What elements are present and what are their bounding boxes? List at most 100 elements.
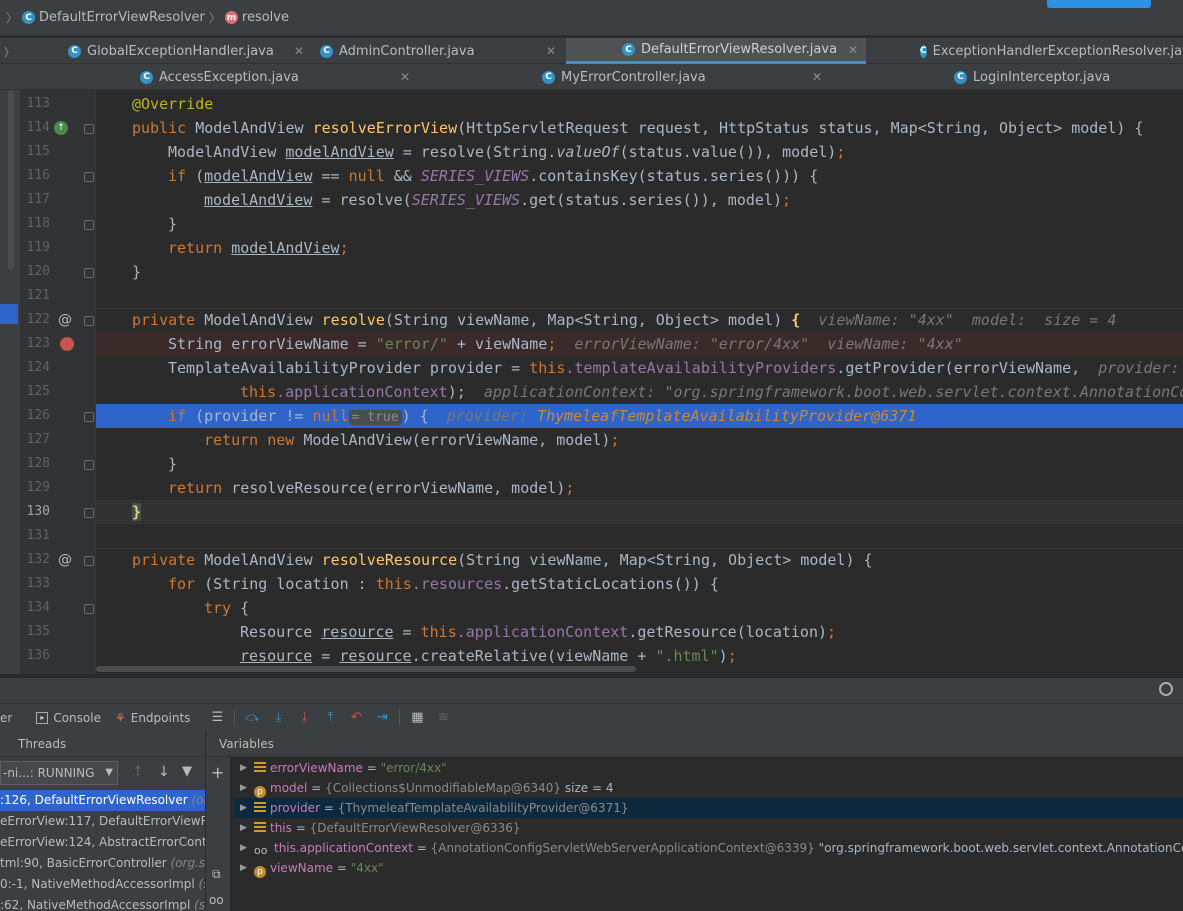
tab-admin-controller[interactable]: C AdminController.java ✕ [314,38,564,64]
stack-frame[interactable]: 0:-1, NativeMethodAccessorImpl (su [0,874,205,895]
fold-marker-icon[interactable] [84,412,94,422]
drop-frame-icon[interactable]: ↶ [347,709,365,727]
expand-icon[interactable]: ▶ [240,838,247,858]
menu-icon[interactable]: ☰ [208,709,226,727]
close-icon[interactable]: ✕ [294,44,304,58]
endpoints-icon: ⚘ [114,710,126,725]
fold-marker-icon[interactable] [84,316,94,326]
horizontal-scrollbar[interactable] [96,666,636,672]
code-editor[interactable]: @Override public ModelAndView resolveErr… [96,90,1183,674]
close-icon[interactable]: ✕ [848,43,858,57]
breakpoint-icon[interactable] [60,337,74,351]
down-arrow-icon[interactable]: ↓ [158,764,170,780]
expand-icon[interactable]: ▶ [240,778,247,798]
code-line-132: private ModelAndView resolveResource(Str… [132,551,873,569]
left-scrollbar[interactable] [8,90,14,270]
class-icon: C [140,70,153,84]
fold-marker-icon[interactable] [84,604,94,614]
variable-value: "4xx" [350,861,384,875]
close-icon[interactable]: ✕ [400,70,410,84]
tab-login-interceptor[interactable]: C LoginInterceptor.java [832,64,1183,90]
threads-title: Threads [0,731,205,757]
close-icon[interactable]: ✕ [812,70,822,84]
variable-extra: size = 4 [561,781,614,795]
fold-marker-icon[interactable] [84,508,94,518]
tab-exception-handler-exception-resolver[interactable]: C ExceptionHandlerExceptionResolver.java [868,38,1183,64]
code-line-135: Resource resource = this.applicationCont… [240,623,837,641]
line-number: 119 [26,240,50,255]
code-line-125: this.applicationContext); applicationCon… [240,383,1183,401]
variable-row[interactable]: ▶ p model = {Collections$UnmodifiableMap@6… [234,778,1183,798]
tab-global-exception-handler[interactable]: C GlobalExceptionHandler.java ✕ [62,38,312,64]
stack-frame[interactable]: eErrorView:124, AbstractErrorContro [0,832,205,853]
breadcrumb-separator: 〉 [208,11,221,25]
fold-marker-icon[interactable] [84,124,94,134]
step-into-icon[interactable]: ⤓ [269,709,287,727]
up-arrow-icon[interactable]: ↑ [132,764,144,780]
expand-icon[interactable]: ▶ [240,818,247,838]
trace-icon[interactable]: ≋ [434,709,452,727]
console-icon: ▸ [36,711,49,724]
expand-icon[interactable]: ▶ [240,858,247,878]
method-icon: m [224,11,238,24]
fold-marker-icon[interactable] [84,268,94,278]
step-over-icon[interactable]: ⤼ [243,709,261,727]
class-icon: C [954,70,967,84]
fold-marker-icon[interactable] [84,460,94,470]
code-line-128: } [168,455,178,473]
filter-icon[interactable]: ▼ [182,764,192,779]
variable-row[interactable]: ▶ p viewName = "4xx" [234,858,1183,878]
tab-my-error-controller[interactable]: C MyErrorController.java ✕ [420,64,830,90]
variable-row[interactable]: ▶ errorViewName = "error/4xx" [234,758,1183,778]
code-line-123: String errorViewName = "error/" + viewNa… [168,335,963,353]
recursion-at-icon[interactable]: @ [58,552,72,568]
field-icon [254,762,266,774]
tab-default-error-view-resolver[interactable]: C DefaultErrorViewResolver.java ✕ [566,38,866,64]
evaluate-expression-icon[interactable]: ▦ [408,709,426,727]
breadcrumb-method[interactable]: m resolve [224,10,289,25]
tab-debugger[interactable]: er [0,711,12,725]
fold-marker-icon[interactable] [84,172,94,182]
glasses-icon[interactable]: oo [209,893,224,907]
override-marker-icon[interactable]: ↑ [54,121,68,135]
variable-row[interactable]: ▶ oo this.applicationContext = {Annotation… [234,838,1183,858]
variable-equals: = [333,861,351,875]
variable-value: {ThymeleafTemplateAvailabilityProvider@6… [337,801,629,815]
fold-marker-icon[interactable] [84,556,94,566]
top-badge[interactable] [1047,0,1151,8]
field-icon [254,802,266,814]
stack-frame-label: :62, NativeMethodAccessorImpl [0,898,195,911]
run-to-cursor-icon[interactable]: ⇥ [373,709,391,727]
variable-row[interactable]: ▶ provider = {ThymeleafTemplateAvailabili… [234,798,1183,818]
settings-icon[interactable] [1159,682,1173,696]
stack-frame[interactable]: tml:90, BasicErrorController (org.sp [0,853,205,874]
code-line-119: return modelAndView; [168,239,349,257]
variable-equals: = [362,761,381,775]
tab-endpoints[interactable]: ⚘ Endpoints [115,711,190,725]
stack-frame[interactable]: :62, NativeMethodAccessorImpl (su [0,895,205,911]
line-number: 116 [26,168,50,183]
line-number: 129 [26,480,50,495]
stack-frame-label: tml:90, BasicErrorController [0,856,171,870]
add-watch-icon[interactable]: + [211,763,224,782]
thread-selector[interactable]: -ni...: RUNNING ▼ [0,761,118,785]
code-line-127: return new ModelAndView(errorViewName, m… [204,431,620,449]
fold-marker-icon[interactable] [84,220,94,230]
step-out-icon[interactable]: ⤒ [321,709,339,727]
stack-frame[interactable]: eErrorView:117, DefaultErrorViewRe [0,811,205,832]
tabs-scroll-icon[interactable]: 〉 [4,44,15,60]
stack-frame[interactable]: :126, DefaultErrorViewResolver (org [0,790,205,811]
tab-label: MyErrorController.java [561,69,706,85]
expand-icon[interactable]: ▶ [240,798,247,818]
line-number: 134 [26,600,50,615]
variables-panel: Variables + ⧉ oo ▶ errorViewName = "error… [206,731,1183,911]
expand-icon[interactable]: ▶ [240,758,247,778]
recursion-at-icon[interactable]: @ [58,312,72,328]
breadcrumb-class[interactable]: C DefaultErrorViewResolver [22,10,205,25]
copy-icon[interactable]: ⧉ [212,867,221,882]
force-step-into-icon[interactable]: ⤓ [295,709,313,727]
tab-console[interactable]: ▸ Console [36,711,101,725]
tab-access-exception[interactable]: C AccessException.java ✕ [20,64,418,90]
variable-row[interactable]: ▶ this = {DefaultErrorViewResolver@6336} [234,818,1183,838]
close-icon[interactable]: ✕ [546,44,556,58]
